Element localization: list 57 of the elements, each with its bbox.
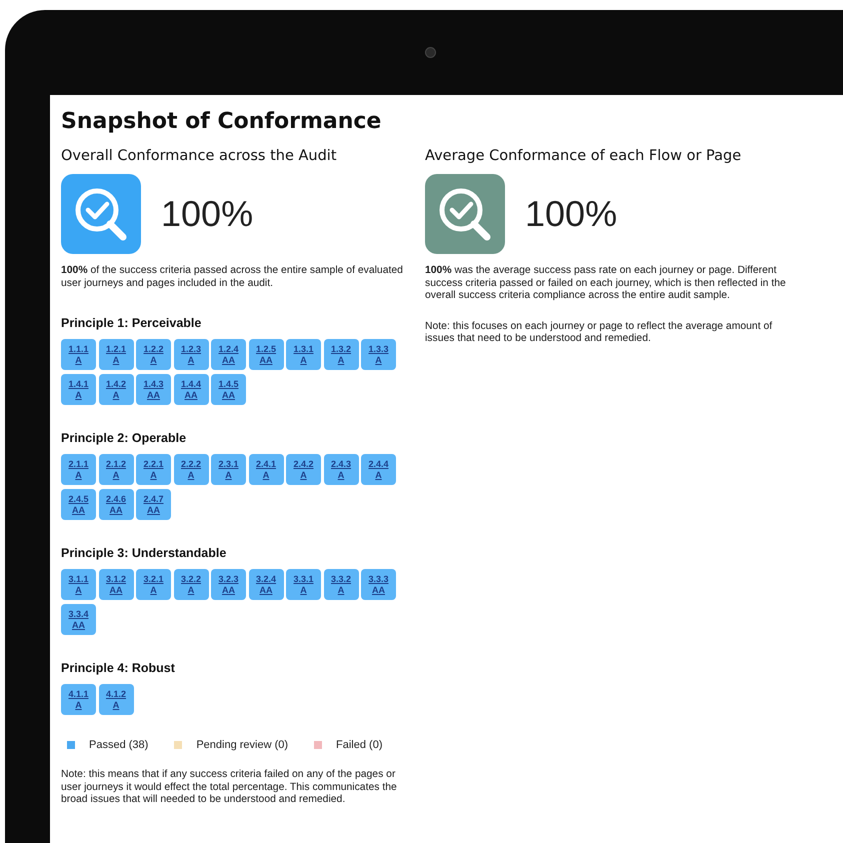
legend-label: Passed (38) [89,739,148,751]
criterion-badge: 3.2.3 AA [211,569,246,600]
criterion-badge: 1.2.1 A [98,339,134,370]
legend-label: Failed (0) [336,739,382,751]
criterion-badge: 1.2.4 AA [211,339,246,370]
section-heading: Average Conformance of each Flow or Page [425,148,742,164]
percentage-value: 100% [525,193,618,235]
criterion-badge: 1.1.1 A [61,339,96,370]
page-title: Snapshot of Conformance [61,109,382,134]
section-heading: Overall Conformance across the Audit [61,148,338,164]
criterion-badge: 1.3.2 A [324,339,358,370]
criterion-badge: 3.3.2 A [324,569,358,600]
criterion-badge: 1.2.5 AA [248,339,284,370]
camera-dot [425,47,436,58]
criterion-badge: 3.1.1 A [61,569,96,600]
criterion-badge: 3.2.4 AA [248,569,284,600]
criterion-badge: 1.3.1 A [286,339,321,370]
criterion-badge: 2.4.4 A [361,454,396,485]
criterion-badge: 3.2.2 A [174,569,208,600]
criterion-badge: 2.2.2 A [174,454,208,485]
percentage-value: 100% [161,193,254,235]
legend-label: Pending review (0) [196,739,288,751]
criterion-badge: 2.4.6 AA [98,489,134,520]
criterion-badge: 2.4.1 A [248,454,284,485]
criterion-badge: 1.2.3 A [174,339,208,370]
criterion-badge: 2.4.2 A [286,454,321,485]
criterion-badge: 3.1.2 AA [98,569,134,600]
criterion-badge: 3.3.1 A [286,569,321,600]
principle-heading: Principle 2: Operable [61,431,188,445]
criterion-badge: 1.4.5 AA [211,374,246,405]
note-text: Note: this means that if any success criteria failed on any of the pages or user journeys it would effect the total percentage. This communicates the broad issues that will needed to be understood and remedied. [61,769,398,806]
criterion-badge: 2.1.1 A [61,454,96,485]
criterion-badge: 1.2.2 A [136,339,171,370]
summary-text: 100% was the average success pass rate on each journey or page. Different success criteria passed or failed on each journey, which is then reflected in the overall success criteria compliance across the entire audit sample. [425,265,787,302]
principle-heading: Principle 1: Perceivable [61,316,202,330]
criterion-badge: 2.4.3 A [324,454,358,485]
criterion-badge: 3.3.3 AA [361,569,396,600]
criterion-badge: 3.3.4 AA [61,604,96,635]
criterion-badge: 2.3.1 A [211,454,246,485]
criterion-badge: 1.4.4 AA [174,374,208,405]
criterion-badge: 1.4.2 A [98,374,134,405]
criterion-badge: 4.1.2 A [98,684,134,715]
magnifier-check-icon [425,174,505,254]
note-text: Note: this focuses on each journey or page to reflect the average amount of issues that need to be understood and remedied. [425,320,774,346]
criterion-badge: 1.3.3 A [361,339,396,370]
criterion-badge: 1.4.1 A [61,374,96,405]
criterion-badge: 2.1.2 A [98,454,134,485]
criterion-badge: 3.2.1 A [136,569,171,600]
principle-heading: Principle 3: Understandable [61,546,228,560]
magnifier-check-icon [61,174,141,254]
summary-text: 100% of the success criteria passed across the entire sample of evaluated user journeys and pages included in the audit. [61,265,404,290]
criterion-badge: 1.4.3 AA [136,374,171,405]
criterion-badge: 4.1.1 A [61,684,96,715]
principle-heading: Principle 4: Robust [61,661,176,675]
criterion-badge: 2.4.7 AA [136,489,171,520]
criterion-badge: 2.4.5 AA [61,489,96,520]
criterion-badge: 2.2.1 A [136,454,171,485]
